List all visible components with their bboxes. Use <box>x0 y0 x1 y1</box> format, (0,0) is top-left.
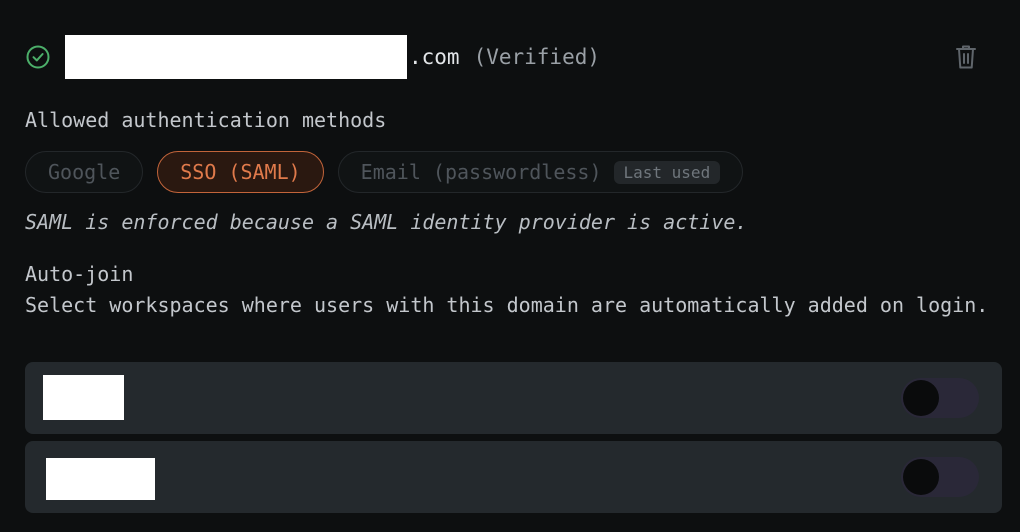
auth-methods-heading: Allowed authentication methods <box>25 108 387 132</box>
workspace-name-redacted <box>46 458 155 500</box>
autojoin-heading: Auto-join <box>25 262 134 286</box>
check-circle-icon <box>26 45 50 69</box>
method-google-chip[interactable]: Google <box>25 151 144 193</box>
autojoin-toggle[interactable] <box>901 378 979 418</box>
last-used-badge: Last used <box>613 160 721 184</box>
domain-name-redacted <box>65 35 407 79</box>
toggle-knob <box>903 459 939 495</box>
workspace-name-redacted <box>43 375 124 420</box>
trash-icon[interactable] <box>954 44 978 70</box>
method-label: Google <box>48 160 121 184</box>
saml-enforced-note: SAML is enforced because a SAML identity… <box>25 210 748 234</box>
method-label: Email (passwordless) <box>360 160 602 184</box>
autojoin-description: Select workspaces where users with this … <box>25 293 989 317</box>
autojoin-toggle[interactable] <box>901 457 979 497</box>
workspace-row <box>25 441 1002 513</box>
domain-suffix: .com <box>409 45 460 69</box>
method-sso-saml-chip[interactable]: SSO (SAML) <box>157 151 324 193</box>
method-email-chip[interactable]: Email (passwordless) Last used <box>337 151 744 193</box>
workspace-row <box>25 362 1002 434</box>
domain-settings-panel: .com (Verified) Allowed authentication m… <box>0 0 1020 532</box>
verified-status: (Verified) <box>473 45 601 69</box>
method-label: SSO (SAML) <box>180 160 301 184</box>
toggle-knob <box>903 380 939 416</box>
domain-header: .com (Verified) <box>25 34 600 80</box>
auth-method-chips: Google SSO (SAML) Email (passwordless) L… <box>25 151 744 193</box>
